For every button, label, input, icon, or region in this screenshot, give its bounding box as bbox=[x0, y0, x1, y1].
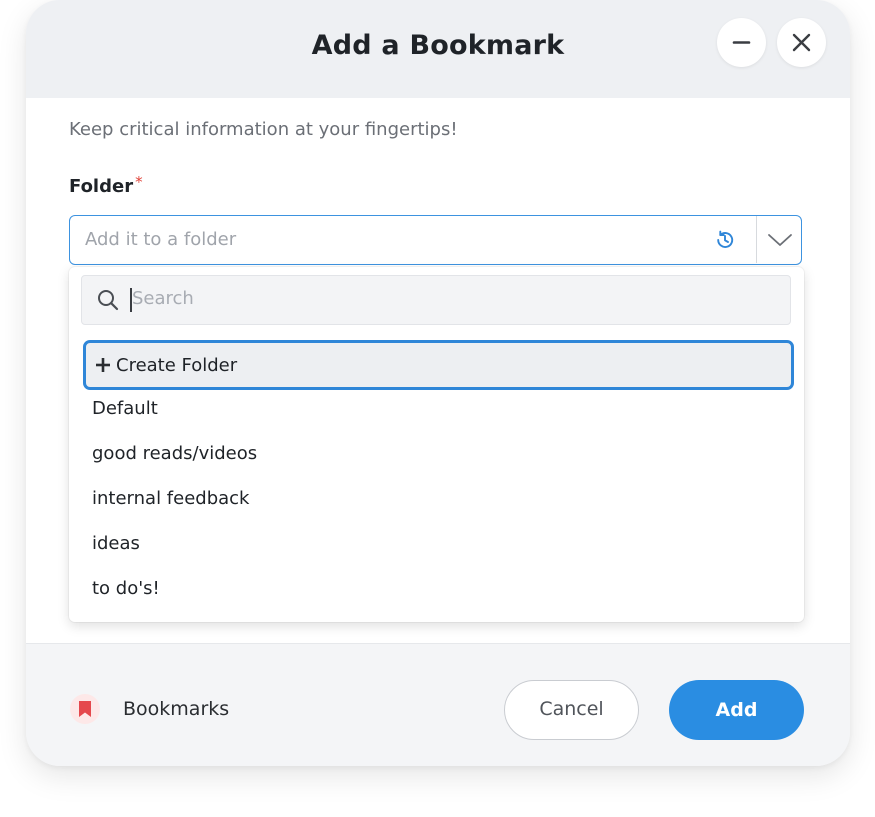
folder-option-ideas[interactable]: ideas bbox=[92, 533, 140, 554]
create-folder-label: Create Folder bbox=[116, 355, 238, 376]
select-divider bbox=[756, 216, 757, 263]
folder-option-default[interactable]: Default bbox=[92, 398, 158, 419]
dialog-body: Keep critical information at your finger… bbox=[26, 98, 850, 643]
close-button[interactable] bbox=[777, 18, 826, 67]
dialog-footer: Bookmarks Cancel Add bbox=[26, 643, 850, 766]
close-icon bbox=[792, 33, 811, 52]
dialog-subtitle: Keep critical information at your finger… bbox=[69, 119, 458, 140]
folder-select-placeholder: Add it to a folder bbox=[85, 229, 237, 250]
bookmarks-icon-badge bbox=[70, 694, 100, 724]
folder-search-input[interactable]: Search bbox=[81, 275, 791, 325]
required-marker: * bbox=[135, 173, 143, 191]
history-icon[interactable] bbox=[714, 229, 736, 251]
bookmark-icon bbox=[79, 701, 91, 717]
folder-dropdown: Search Create Folder Default good reads/… bbox=[69, 267, 804, 622]
folder-option-good-reads-videos[interactable]: good reads/videos bbox=[92, 443, 257, 464]
folder-label-text: Folder bbox=[69, 176, 134, 197]
minimize-button[interactable] bbox=[717, 18, 766, 67]
cancel-button[interactable]: Cancel bbox=[504, 680, 639, 740]
add-button[interactable]: Add bbox=[669, 680, 804, 740]
folder-select[interactable]: Add it to a folder bbox=[69, 215, 802, 265]
folder-field-label: Folder * bbox=[69, 173, 143, 197]
chevron-down-icon[interactable] bbox=[767, 230, 793, 250]
folder-option-internal-feedback[interactable]: internal feedback bbox=[92, 488, 249, 509]
dialog-header: Add a Bookmark bbox=[26, 0, 850, 98]
folder-option-to-dos[interactable]: to do's! bbox=[92, 578, 160, 599]
search-icon bbox=[98, 290, 119, 311]
minimize-icon bbox=[732, 41, 751, 44]
search-placeholder: Search bbox=[132, 288, 194, 309]
add-bookmark-dialog: Add a Bookmark Keep critical information… bbox=[26, 0, 850, 766]
bookmarks-label: Bookmarks bbox=[123, 698, 230, 720]
plus-icon bbox=[96, 358, 110, 372]
create-folder-option[interactable]: Create Folder bbox=[83, 340, 794, 390]
